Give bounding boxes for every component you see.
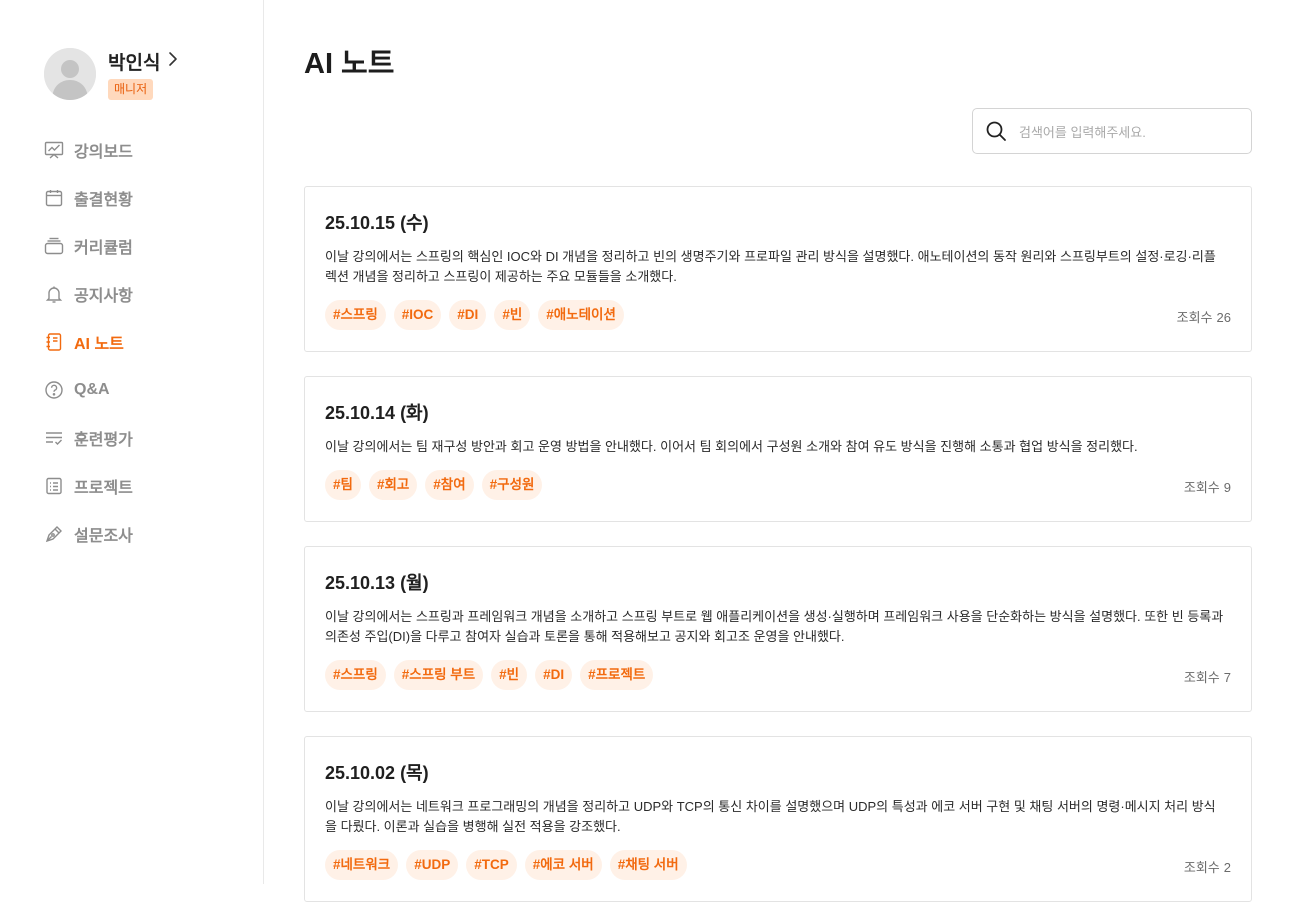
tag[interactable]: #스프링 [325,300,386,330]
view-count-value: 9 [1223,480,1231,495]
tag[interactable]: #회고 [368,470,418,500]
view-count-label: 조회수 [1183,480,1220,495]
search-box [972,108,1252,154]
user-silhouette-icon [44,48,96,100]
tag[interactable]: #프로젝트 [580,660,654,690]
view-count-value: 2 [1223,860,1231,875]
note-card[interactable]: 25.10.02 (목) 이날 강의에서는 네트워크 프로그래밍의 개념을 정리… [304,736,1252,902]
sidebar-item-project[interactable]: 프로젝트 [44,462,244,510]
chevron-right-icon [168,51,178,72]
tag[interactable]: #스프링 부트 [393,660,484,690]
view-count-value: 26 [1216,310,1231,325]
sidebar-item-survey[interactable]: 설문조사 [44,510,244,558]
checklist-icon [44,428,64,448]
view-count: 조회수 26 [1173,307,1231,326]
note-summary: 이날 강의에서는 팀 재구성 방안과 회고 운영 방법을 안내했다. 이어서 팀… [325,439,1138,454]
view-count-label: 조회수 [1176,310,1213,325]
note-card[interactable]: 25.10.13 (월) 이날 강의에서는 스프링과 프레임워크 개념을 소개하… [304,546,1252,712]
sidebar-item-ai-note[interactable]: AI 노트 [44,318,244,366]
sidebar-item-label: 출결현황 [74,192,133,209]
tag[interactable]: #스프링 [325,660,386,690]
tag[interactable]: #네트워크 [325,850,399,880]
note-card[interactable]: 25.10.15 (수) 이날 강의에서는 스프링의 핵심인 IOC와 DI 개… [304,186,1252,352]
sidebar-item-label: 설문조사 [74,528,133,545]
search-input[interactable] [1017,119,1241,145]
calendar-icon [44,188,64,208]
page-title: AI 노트 [304,48,395,80]
pen-icon [44,524,64,544]
sidebar-item-evaluation[interactable]: 훈련평가 [44,414,244,462]
note-date: 25.10.14 (화) [325,403,429,423]
chart-board-icon [44,140,64,160]
sidebar-item-notice[interactable]: 공지사항 [44,270,244,318]
note-date: 25.10.15 (수) [325,213,429,233]
sidebar-item-lecture-board[interactable]: 강의보드 [44,126,244,174]
tag[interactable]: #DI [535,660,573,690]
tag[interactable]: #팀 [325,470,361,500]
role-badge: 매니저 [108,79,154,100]
list-doc-icon [44,476,64,496]
view-count-value: 7 [1223,670,1231,685]
sidebar-item-attendance[interactable]: 출결현황 [44,174,244,222]
tag[interactable]: #UDP [406,850,459,880]
sidebar-item-label: Q&A [74,381,110,398]
notebook-icon [44,332,64,352]
profile: 박인식 매니저 [44,48,244,104]
bell-icon [44,284,64,304]
note-summary: 이날 강의에서는 스프링과 프레임워크 개념을 소개하고 스프링 부트로 웹 애… [325,609,1224,644]
avatar[interactable] [44,48,96,100]
sidebar-item-label: 프로젝트 [74,480,133,497]
sidebar-item-label: AI 노트 [74,336,124,353]
tag[interactable]: #IOC [393,300,442,330]
sidebar-item-label: 훈련평가 [74,432,133,449]
question-icon [44,380,64,400]
note-date: 25.10.13 (월) [325,573,429,593]
tag-list: #스프링 #스프링 부트 #빈 #DI #프로젝트 [325,660,654,690]
search-icon[interactable] [985,120,1007,147]
sidebar-item-qna[interactable]: Q&A [44,366,244,414]
stack-icon [44,236,64,256]
sidebar-item-label: 공지사항 [74,288,133,305]
sidebar-item-label: 커리큘럼 [74,240,133,257]
tag[interactable]: #애노테이션 [538,300,624,330]
user-name: 박인식 [108,53,161,74]
profile-link[interactable]: 박인식 [108,48,178,75]
tag[interactable]: #빈 [494,300,531,330]
tag-list: #팀 #회고 #참여 #구성원 [325,470,543,500]
note-summary: 이날 강의에서는 네트워크 프로그래밍의 개념을 정리하고 UDP와 TCP의 … [325,799,1216,834]
tag[interactable]: #구성원 [481,470,543,500]
tag[interactable]: #빈 [491,660,528,690]
note-date: 25.10.02 (목) [325,763,429,783]
sidebar-nav: 강의보드 출결현황 커리큘럼 공지사항 AI 노트 Q&A 훈련평가 프로젝트 … [44,126,244,558]
view-count: 조회수 9 [1180,477,1231,496]
view-count: 조회수 7 [1180,667,1231,686]
view-count: 조회수 2 [1180,857,1231,876]
tag-list: #스프링 #IOC #DI #빈 #애노테이션 [325,300,624,330]
sidebar-item-curriculum[interactable]: 커리큘럼 [44,222,244,270]
sidebar: 박인식 매니저 강의보드 출결현황 커리큘럼 공지사항 AI 노트 Q&A 훈련… [0,0,264,884]
view-count-label: 조회수 [1183,670,1220,685]
tag-list: #네트워크 #UDP #TCP #에코 서버 #채팅 서버 [325,850,687,880]
tag[interactable]: #에코 서버 [524,850,602,880]
note-card[interactable]: 25.10.14 (화) 이날 강의에서는 팀 재구성 방안과 회고 운영 방법… [304,376,1252,522]
tag[interactable]: #TCP [466,850,517,880]
tag[interactable]: #참여 [425,470,474,500]
note-summary: 이날 강의에서는 스프링의 핵심인 IOC와 DI 개념을 정리하고 빈의 생명… [325,249,1216,284]
sidebar-item-label: 강의보드 [74,144,133,161]
tag[interactable]: #채팅 서버 [609,850,687,880]
tag[interactable]: #DI [449,300,487,330]
view-count-label: 조회수 [1183,860,1220,875]
